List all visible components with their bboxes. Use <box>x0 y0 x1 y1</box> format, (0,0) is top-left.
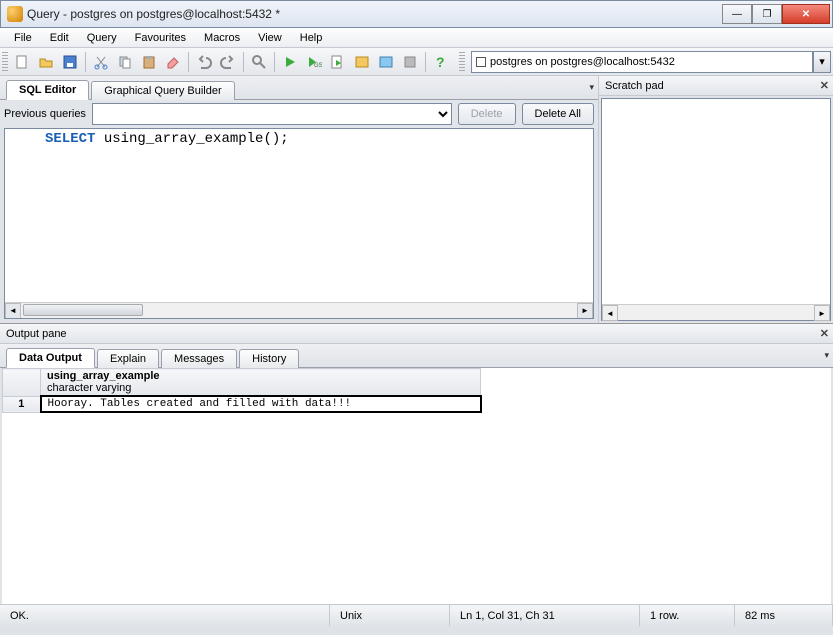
delete-query-button[interactable]: Delete <box>458 103 516 125</box>
scratch-close-icon[interactable]: ✕ <box>820 79 829 92</box>
editor-tabstrip: SQL Editor Graphical Query Builder ▾ <box>0 76 598 100</box>
scroll-right-icon[interactable]: ► <box>577 303 593 319</box>
editor-gutter <box>5 129 45 318</box>
connection-color-icon <box>476 57 486 67</box>
menu-favourites[interactable]: Favourites <box>127 30 194 46</box>
row-number[interactable]: 1 <box>3 396 41 412</box>
previous-queries-bar: Previous queries Delete Delete All <box>0 100 598 128</box>
paste-icon[interactable] <box>138 51 160 73</box>
toolbar-grip[interactable] <box>2 52 8 72</box>
execute-pgscript-icon[interactable]: GS <box>303 51 325 73</box>
status-rowcount: 1 row. <box>640 605 735 626</box>
execute-icon[interactable] <box>279 51 301 73</box>
menubar: File Edit Query Favourites Macros View H… <box>0 28 833 48</box>
tab-data-output[interactable]: Data Output <box>6 348 95 368</box>
maximize-button[interactable]: ❐ <box>752 4 782 24</box>
scratch-pad[interactable]: ◄► <box>601 98 831 321</box>
connection-label: postgres on postgres@localhost:5432 <box>490 56 675 68</box>
menu-view[interactable]: View <box>250 30 290 46</box>
cell-value[interactable]: Hooray. Tables created and filled with d… <box>41 396 481 412</box>
window-title: Query - postgres on postgres@localhost:5… <box>27 7 722 21</box>
tab-messages[interactable]: Messages <box>161 349 237 368</box>
cut-icon[interactable] <box>90 51 112 73</box>
table-row[interactable]: 1 Hooray. Tables created and filled with… <box>3 396 481 412</box>
open-icon[interactable] <box>35 51 57 73</box>
save-icon[interactable] <box>59 51 81 73</box>
sql-code[interactable]: SELECT using_array_example(); <box>45 129 593 318</box>
column-name: using_array_example <box>47 370 474 382</box>
statusbar: OK. Unix Ln 1, Col 31, Ch 31 1 row. 82 m… <box>0 604 833 626</box>
scroll-thumb[interactable] <box>23 304 143 316</box>
redo-icon[interactable] <box>217 51 239 73</box>
explain-analyze-icon[interactable] <box>375 51 397 73</box>
scratch-pad-header: Scratch pad ✕ <box>599 76 833 96</box>
output-tabstrip-menu-icon[interactable]: ▾ <box>824 350 829 361</box>
scratch-pad-title: Scratch pad <box>605 80 664 92</box>
find-icon[interactable] <box>248 51 270 73</box>
tab-graphical-query-builder[interactable]: Graphical Query Builder <box>91 81 234 100</box>
output-pane-header: Output pane ✕ <box>0 324 833 344</box>
execute-file-icon[interactable] <box>327 51 349 73</box>
tab-sql-editor[interactable]: SQL Editor <box>6 80 89 100</box>
help-icon[interactable]: ? <box>430 51 452 73</box>
status-message: OK. <box>0 605 330 626</box>
output-tabstrip: Data Output Explain Messages History ▾ <box>0 344 833 368</box>
row-header-blank[interactable] <box>3 369 41 397</box>
status-position: Ln 1, Col 31, Ch 31 <box>450 605 640 626</box>
explain-icon[interactable] <box>351 51 373 73</box>
clear-icon[interactable] <box>162 51 184 73</box>
toolbar: GS ? postgres on postgres@localhost:5432… <box>0 48 833 76</box>
delete-all-button[interactable]: Delete All <box>522 103 594 125</box>
previous-queries-select[interactable] <box>92 103 452 125</box>
tab-history[interactable]: History <box>239 349 299 368</box>
svg-text:GS: GS <box>314 63 322 69</box>
toolbar-grip-2[interactable] <box>459 52 465 72</box>
output-close-icon[interactable]: ✕ <box>820 327 829 340</box>
connection-dropdown-arrow[interactable]: ▾ <box>813 51 831 73</box>
sql-editor[interactable]: SELECT using_array_example(); ◄ ► <box>4 128 594 319</box>
undo-icon[interactable] <box>193 51 215 73</box>
status-time: 82 ms <box>735 605 833 626</box>
editor-hscrollbar[interactable]: ◄ ► <box>5 302 593 318</box>
connection-select[interactable]: postgres on postgres@localhost:5432 <box>471 51 813 73</box>
cancel-icon[interactable] <box>399 51 421 73</box>
minimize-button[interactable]: — <box>722 4 752 24</box>
menu-file[interactable]: File <box>6 30 40 46</box>
previous-queries-label: Previous queries <box>4 108 86 120</box>
menu-query[interactable]: Query <box>79 30 125 46</box>
app-icon <box>7 6 23 22</box>
window-titlebar: Query - postgres on postgres@localhost:5… <box>0 0 833 28</box>
menu-help[interactable]: Help <box>292 30 331 46</box>
close-button[interactable]: ✕ <box>782 4 830 24</box>
copy-icon[interactable] <box>114 51 136 73</box>
results-grid[interactable]: using_array_example character varying 1 … <box>2 368 831 604</box>
status-encoding: Unix <box>330 605 450 626</box>
column-type: character varying <box>47 382 474 394</box>
menu-macros[interactable]: Macros <box>196 30 248 46</box>
tabstrip-menu-icon[interactable]: ▾ <box>589 82 594 93</box>
svg-text:?: ? <box>436 54 445 70</box>
column-header[interactable]: using_array_example character varying <box>41 369 481 397</box>
scroll-left-icon[interactable]: ◄ <box>5 303 21 319</box>
tab-explain[interactable]: Explain <box>97 349 159 368</box>
output-pane-title: Output pane <box>6 328 67 340</box>
menu-edit[interactable]: Edit <box>42 30 77 46</box>
new-icon[interactable] <box>11 51 33 73</box>
